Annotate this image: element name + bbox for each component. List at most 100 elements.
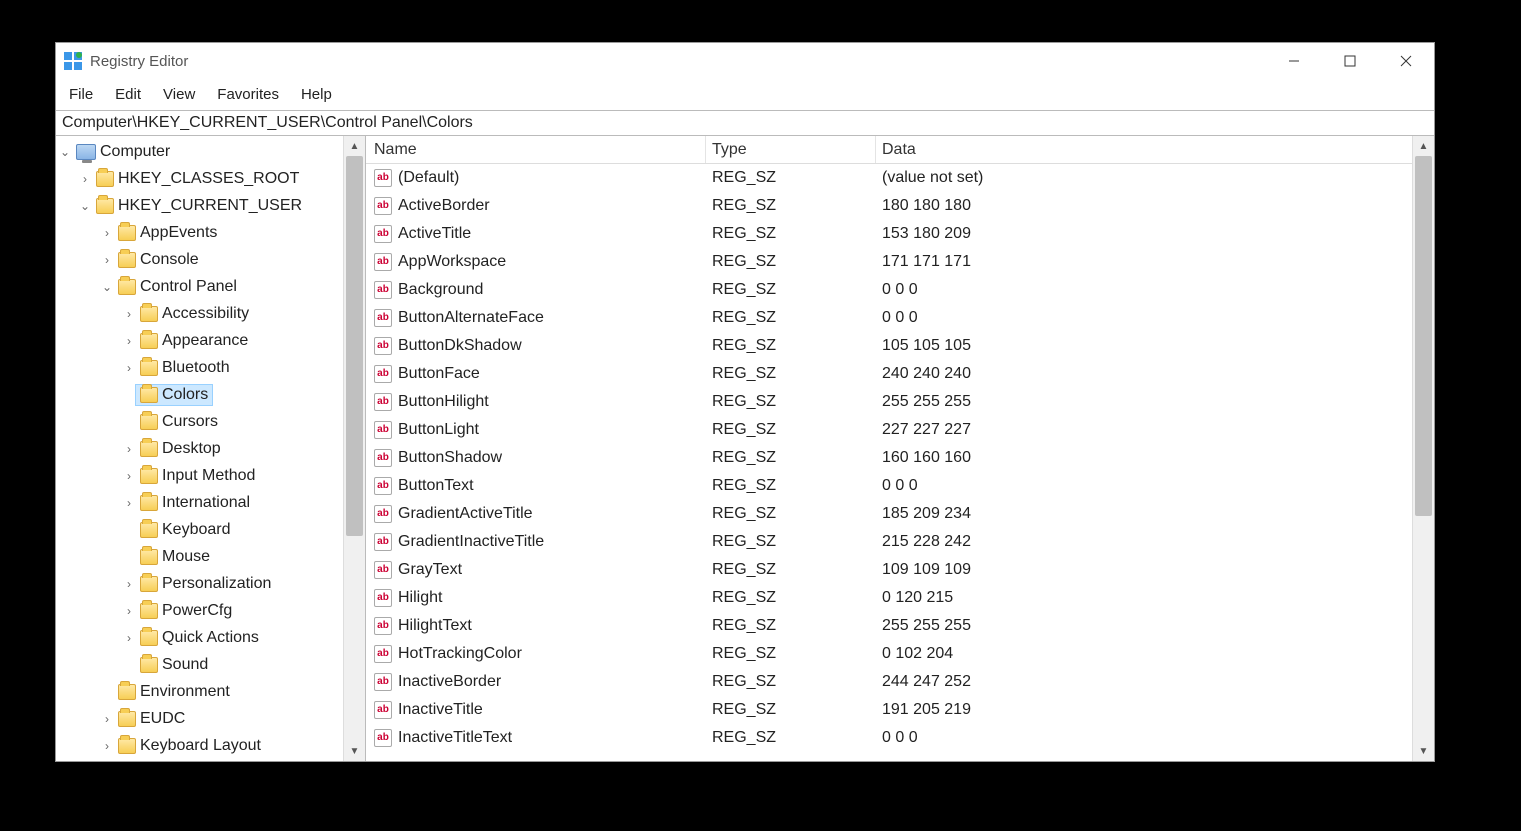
expander-icon[interactable] [58, 145, 72, 159]
list-row[interactable]: abButtonAlternateFaceREG_SZ0 0 0 [366, 304, 1412, 332]
menu-file[interactable]: File [60, 83, 102, 106]
value-type: REG_SZ [712, 729, 776, 747]
expander-icon[interactable] [122, 334, 136, 348]
value-data: 244 247 252 [882, 673, 971, 691]
list-row[interactable]: abHotTrackingColorREG_SZ0 102 204 [366, 640, 1412, 668]
folder-icon [140, 630, 158, 646]
tree-node-keyblayout[interactable]: Keyboard Layout [56, 732, 343, 759]
list-row[interactable]: abBackgroundREG_SZ0 0 0 [366, 276, 1412, 304]
value-data: 0 0 0 [882, 477, 918, 495]
value-type: REG_SZ [712, 421, 776, 439]
scroll-up-icon[interactable]: ▲ [344, 136, 365, 156]
tree-scrollbar[interactable]: ▲ ▼ [343, 136, 365, 761]
titlebar[interactable]: Registry Editor [56, 43, 1434, 79]
reg-sz-icon: ab [374, 337, 392, 355]
expander-icon[interactable] [122, 631, 136, 645]
menu-help[interactable]: Help [292, 83, 341, 106]
list-row[interactable]: abButtonFaceREG_SZ240 240 240 [366, 360, 1412, 388]
list-row[interactable]: abButtonShadowREG_SZ160 160 160 [366, 444, 1412, 472]
expander-icon[interactable] [122, 442, 136, 456]
value-type: REG_SZ [712, 169, 776, 187]
list-row[interactable]: ab(Default)REG_SZ(value not set) [366, 164, 1412, 192]
expander-icon[interactable] [100, 739, 114, 753]
tree-node-appevents[interactable]: AppEvents [56, 219, 343, 246]
tree-node-console[interactable]: Console [56, 246, 343, 273]
tree-view[interactable]: Computer HKEY_CLASSES_ROOT HKEY_CURRENT_… [56, 136, 343, 761]
expander-icon[interactable] [78, 172, 92, 186]
tree-node-colors[interactable]: Colors [56, 381, 343, 408]
scroll-thumb[interactable] [1415, 156, 1432, 516]
tree-node-quickactions[interactable]: Quick Actions [56, 624, 343, 651]
tree-node-accessibility[interactable]: Accessibility [56, 300, 343, 327]
value-name: (Default) [398, 169, 459, 187]
list-row[interactable]: abInactiveBorderREG_SZ244 247 252 [366, 668, 1412, 696]
scroll-up-icon[interactable]: ▲ [1413, 136, 1434, 156]
value-name: Background [398, 281, 483, 299]
tree-node-computer[interactable]: Computer [56, 138, 343, 165]
scroll-down-icon[interactable]: ▼ [1413, 741, 1434, 761]
value-name: InactiveTitle [398, 701, 483, 719]
list-row[interactable]: abInactiveTitleTextREG_SZ0 0 0 [366, 724, 1412, 752]
list-row[interactable]: abButtonLightREG_SZ227 227 227 [366, 416, 1412, 444]
values-list[interactable]: Name Type Data ab(Default)REG_SZ(value n… [366, 136, 1412, 761]
minimize-button[interactable] [1266, 43, 1322, 79]
address-bar[interactable]: Computer\HKEY_CURRENT_USER\Control Panel… [56, 110, 1434, 136]
tree-node-international[interactable]: International [56, 489, 343, 516]
expander-icon[interactable] [122, 604, 136, 618]
menu-edit[interactable]: Edit [106, 83, 150, 106]
expander-icon[interactable] [100, 226, 114, 240]
menu-favorites[interactable]: Favorites [208, 83, 288, 106]
list-row[interactable]: abButtonHilightREG_SZ255 255 255 [366, 388, 1412, 416]
expander-icon[interactable] [100, 712, 114, 726]
list-row[interactable]: abAppWorkspaceREG_SZ171 171 171 [366, 248, 1412, 276]
tree-node-hkcu[interactable]: HKEY_CURRENT_USER [56, 192, 343, 219]
tree-node-mouse[interactable]: Mouse [56, 543, 343, 570]
tree-node-sound[interactable]: Sound [56, 651, 343, 678]
value-data: 255 255 255 [882, 617, 971, 635]
list-row[interactable]: abActiveTitleREG_SZ153 180 209 [366, 220, 1412, 248]
expander-icon[interactable] [122, 496, 136, 510]
value-name: ActiveTitle [398, 225, 471, 243]
tree-node-hkcr[interactable]: HKEY_CLASSES_ROOT [56, 165, 343, 192]
maximize-button[interactable] [1322, 43, 1378, 79]
tree-node-bluetooth[interactable]: Bluetooth [56, 354, 343, 381]
reg-sz-icon: ab [374, 645, 392, 663]
column-header-data[interactable]: Data [876, 136, 1412, 163]
close-button[interactable] [1378, 43, 1434, 79]
scroll-thumb[interactable] [346, 156, 363, 536]
tree-node-powercfg[interactable]: PowerCfg [56, 597, 343, 624]
list-row[interactable]: abHilightREG_SZ0 120 215 [366, 584, 1412, 612]
expander-icon[interactable] [122, 469, 136, 483]
list-scrollbar[interactable]: ▲ ▼ [1412, 136, 1434, 761]
list-row[interactable]: abInactiveTitleREG_SZ191 205 219 [366, 696, 1412, 724]
list-row[interactable]: abHilightTextREG_SZ255 255 255 [366, 612, 1412, 640]
reg-sz-icon: ab [374, 197, 392, 215]
expander-icon[interactable] [122, 577, 136, 591]
list-row[interactable]: abGradientInactiveTitleREG_SZ215 228 242 [366, 528, 1412, 556]
scroll-down-icon[interactable]: ▼ [344, 741, 365, 761]
tree-node-controlpanel[interactable]: Control Panel [56, 273, 343, 300]
tree-node-cursors[interactable]: Cursors [56, 408, 343, 435]
tree-node-desktop[interactable]: Desktop [56, 435, 343, 462]
list-row[interactable]: abButtonDkShadowREG_SZ105 105 105 [366, 332, 1412, 360]
folder-icon [140, 360, 158, 376]
expander-icon[interactable] [100, 253, 114, 267]
tree-node-environment[interactable]: Environment [56, 678, 343, 705]
tree-node-personalization[interactable]: Personalization [56, 570, 343, 597]
tree-node-inputmethod[interactable]: Input Method [56, 462, 343, 489]
tree-node-appearance[interactable]: Appearance [56, 327, 343, 354]
list-row[interactable]: abActiveBorderREG_SZ180 180 180 [366, 192, 1412, 220]
column-header-type[interactable]: Type [706, 136, 876, 163]
menu-view[interactable]: View [154, 83, 204, 106]
tree-label: Appearance [162, 332, 248, 350]
column-header-name[interactable]: Name [366, 136, 706, 163]
expander-icon[interactable] [122, 307, 136, 321]
tree-node-eudc[interactable]: EUDC [56, 705, 343, 732]
tree-node-keyboard[interactable]: Keyboard [56, 516, 343, 543]
expander-icon[interactable] [78, 199, 92, 213]
list-row[interactable]: abButtonTextREG_SZ0 0 0 [366, 472, 1412, 500]
list-row[interactable]: abGradientActiveTitleREG_SZ185 209 234 [366, 500, 1412, 528]
list-row[interactable]: abGrayTextREG_SZ109 109 109 [366, 556, 1412, 584]
expander-icon[interactable] [122, 361, 136, 375]
expander-icon[interactable] [100, 280, 114, 294]
